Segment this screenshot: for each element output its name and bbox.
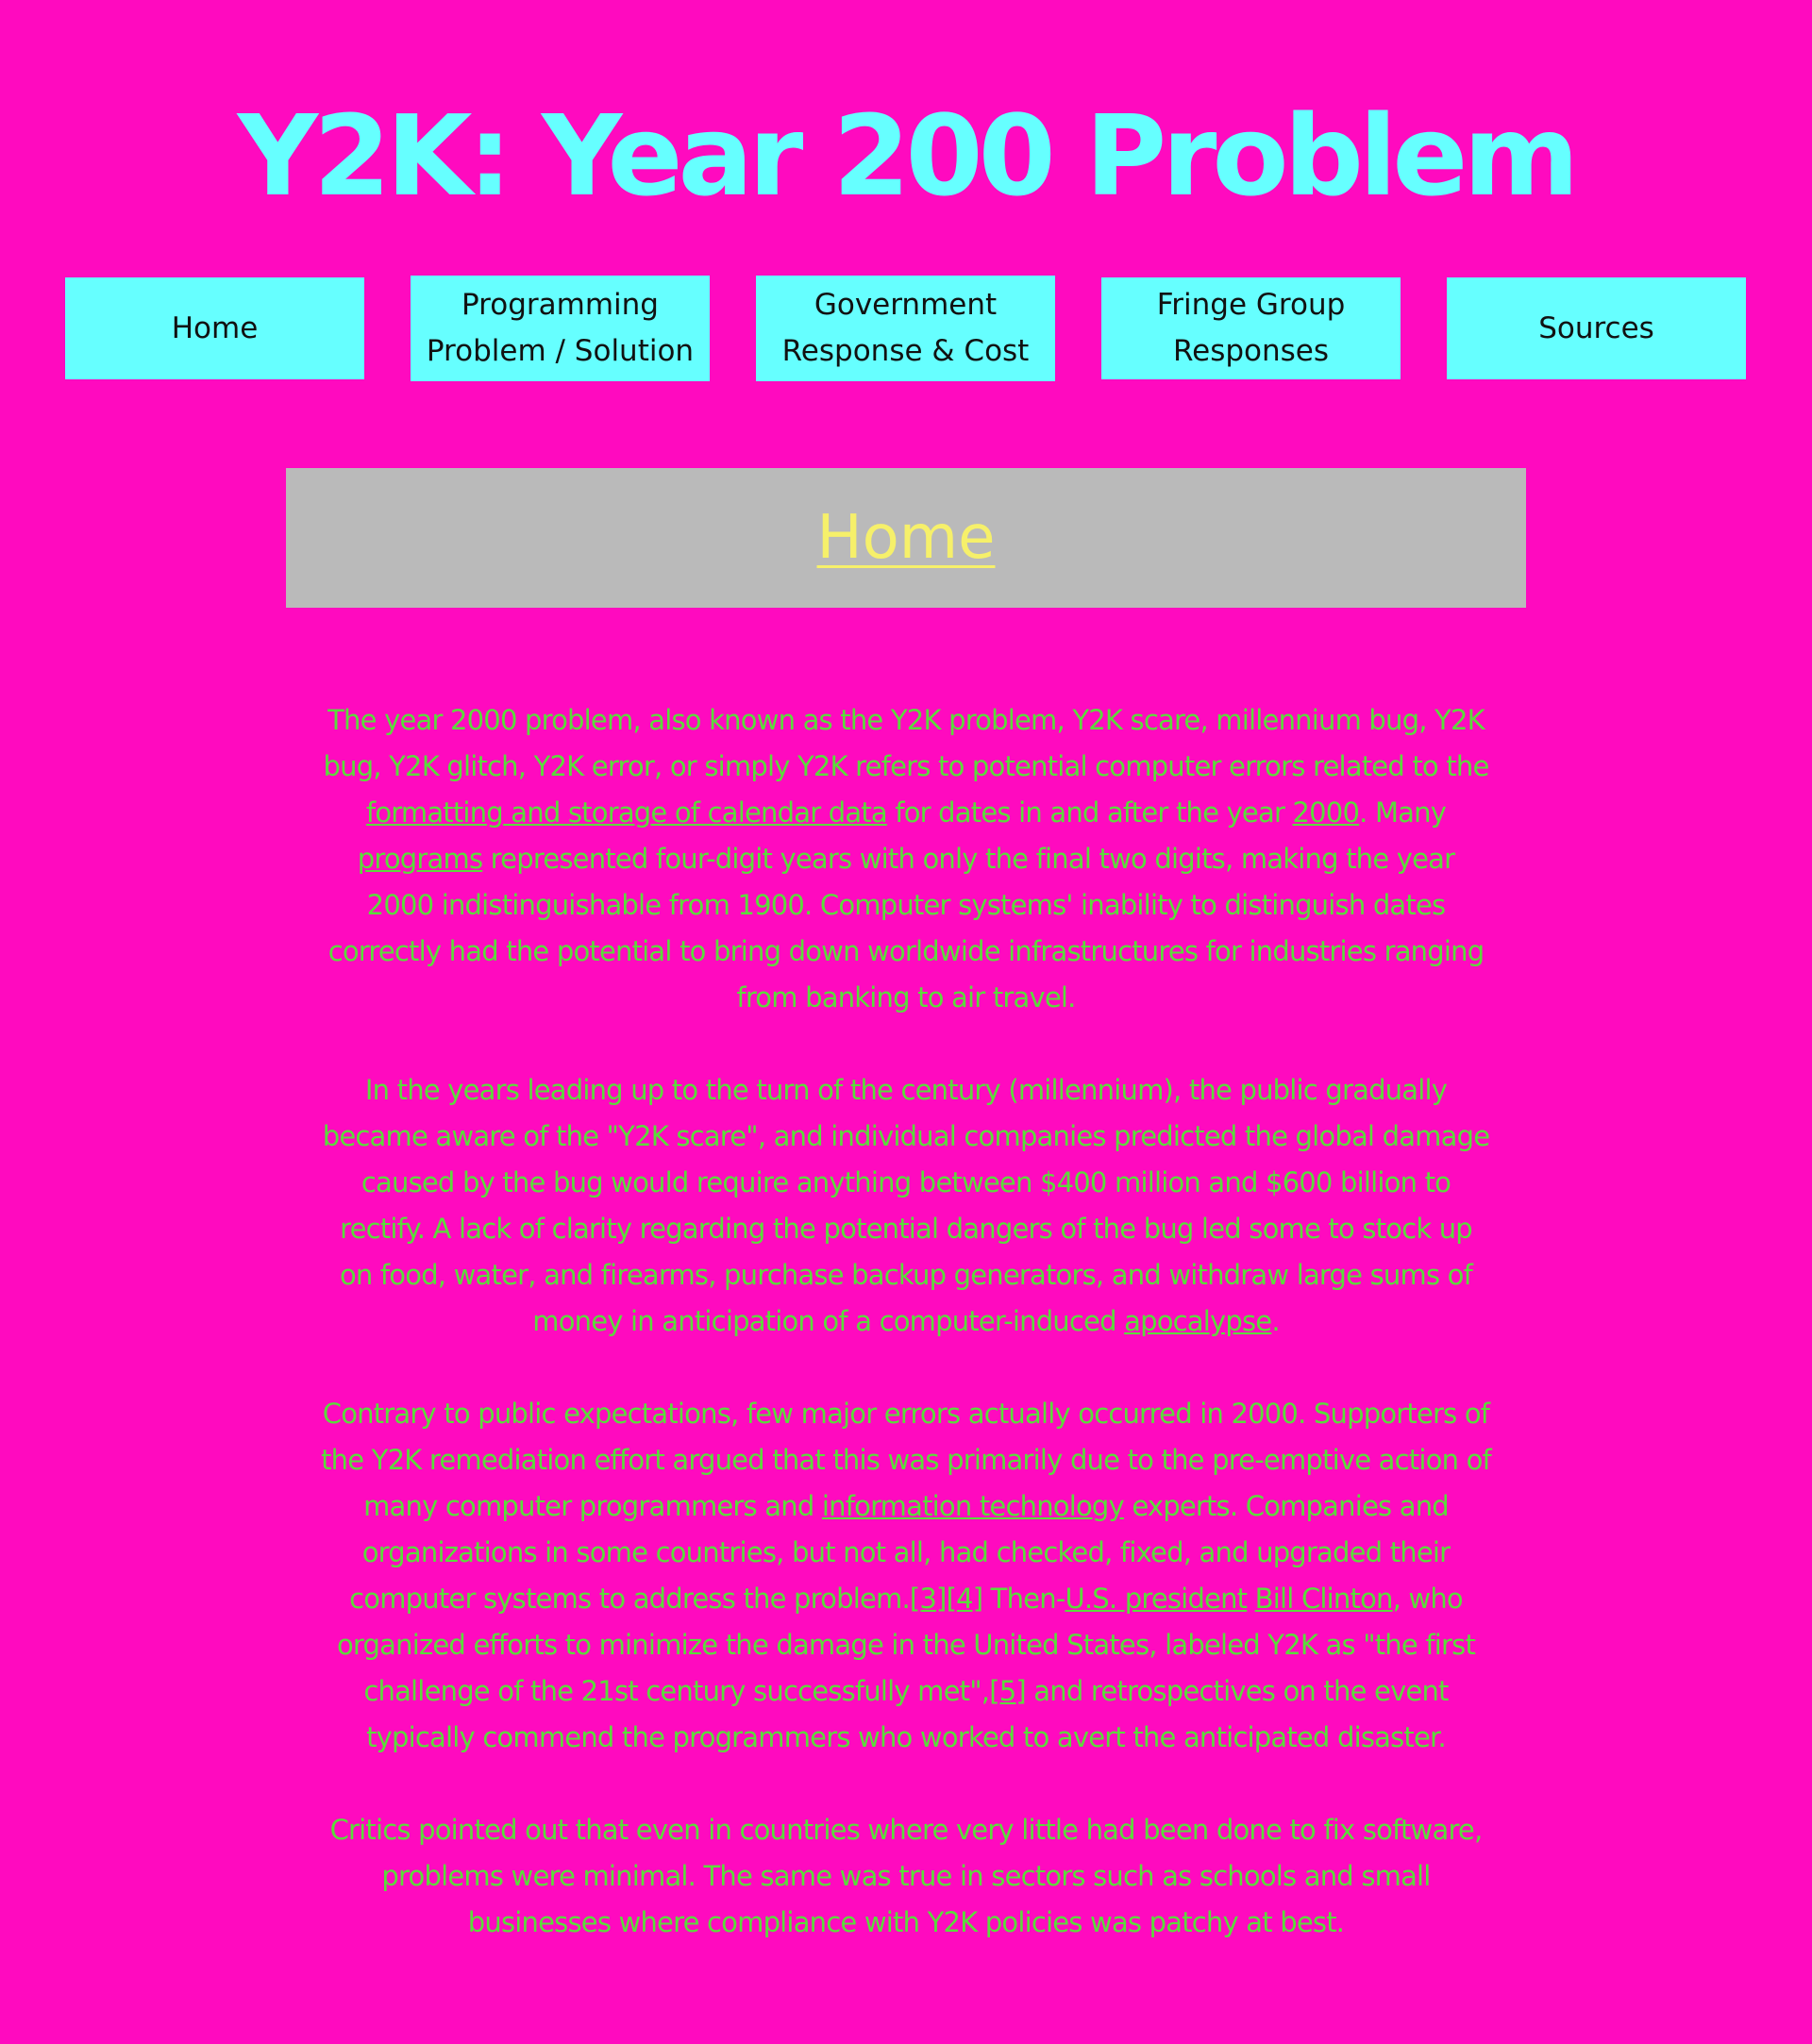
link-information-technology[interactable]: information technology [822, 1490, 1125, 1522]
nav-fringe-button[interactable]: Fringe Group Responses [1101, 277, 1401, 379]
nav-programming-label: Programming Problem / Solution [427, 282, 694, 375]
nav-programming-label-line2: Problem / Solution [426, 334, 695, 368]
paragraph-public-scare: In the years leading up to the turn of t… [321, 1067, 1491, 1345]
outcome-text-3: Then- [982, 1583, 1066, 1615]
nav-fringe-label: Fringe Group Responses [1157, 282, 1346, 375]
nav-sources-button[interactable]: Sources [1447, 277, 1746, 379]
nav-programming-label-line1: Programming [461, 288, 659, 322]
intro-text-2: for dates in and after the year [886, 796, 1293, 829]
nav-home-label: Home [171, 310, 259, 345]
nav-fringe-label-line1: Fringe Group [1156, 288, 1346, 322]
paragraph-intro: The year 2000 problem, also known as the… [321, 697, 1491, 1021]
main-nav: Home Programming Problem / Solution Gove… [0, 0, 1812, 396]
intro-text-1: The year 2000 problem, also known as the… [323, 704, 1490, 782]
link-apocalypse[interactable]: apocalypse [1124, 1305, 1272, 1337]
nav-fringe-label-line2: Responses [1172, 334, 1330, 368]
nav-government-label-line1: Government [814, 288, 998, 322]
link-programs[interactable]: programs [358, 843, 483, 875]
section-banner: Home [286, 468, 1526, 608]
critics-text: Critics pointed out that even in countri… [329, 1814, 1484, 1938]
main-content: The year 2000 problem, also known as the… [321, 697, 1492, 1992]
ref-4-link[interactable]: [4] [947, 1583, 983, 1615]
nav-government-label-line2: Response & Cost [781, 334, 1030, 368]
outcome-text-4 [1247, 1583, 1254, 1615]
link-us-president[interactable]: U.S. president [1065, 1583, 1248, 1615]
nav-government-button[interactable]: Government Response & Cost [756, 276, 1055, 381]
nav-home-button[interactable]: Home [65, 277, 364, 379]
nav-sources-label: Sources [1538, 310, 1654, 345]
scare-text-2: . [1271, 1305, 1280, 1337]
paragraph-critics: Critics pointed out that even in countri… [321, 1807, 1491, 1946]
nav-government-label: Government Response & Cost [782, 282, 1030, 375]
intro-text-4: represented four-digit years with only t… [327, 843, 1485, 1014]
scare-text-1: In the years leading up to the turn of t… [322, 1074, 1490, 1337]
link-bill-clinton[interactable]: Bill Clinton [1255, 1583, 1394, 1615]
section-title-link[interactable]: Home [817, 503, 996, 573]
link-calendar-data[interactable]: formatting and storage of calendar data [366, 796, 888, 829]
paragraph-outcome: Contrary to public expectations, few maj… [321, 1391, 1492, 1761]
intro-text-3: . Many [1359, 796, 1447, 829]
ref-5-link[interactable]: [5] [989, 1675, 1026, 1707]
nav-programming-button[interactable]: Programming Problem / Solution [411, 276, 710, 381]
link-2000[interactable]: 2000 [1293, 796, 1360, 829]
ref-3-link[interactable]: [3] [910, 1583, 947, 1615]
